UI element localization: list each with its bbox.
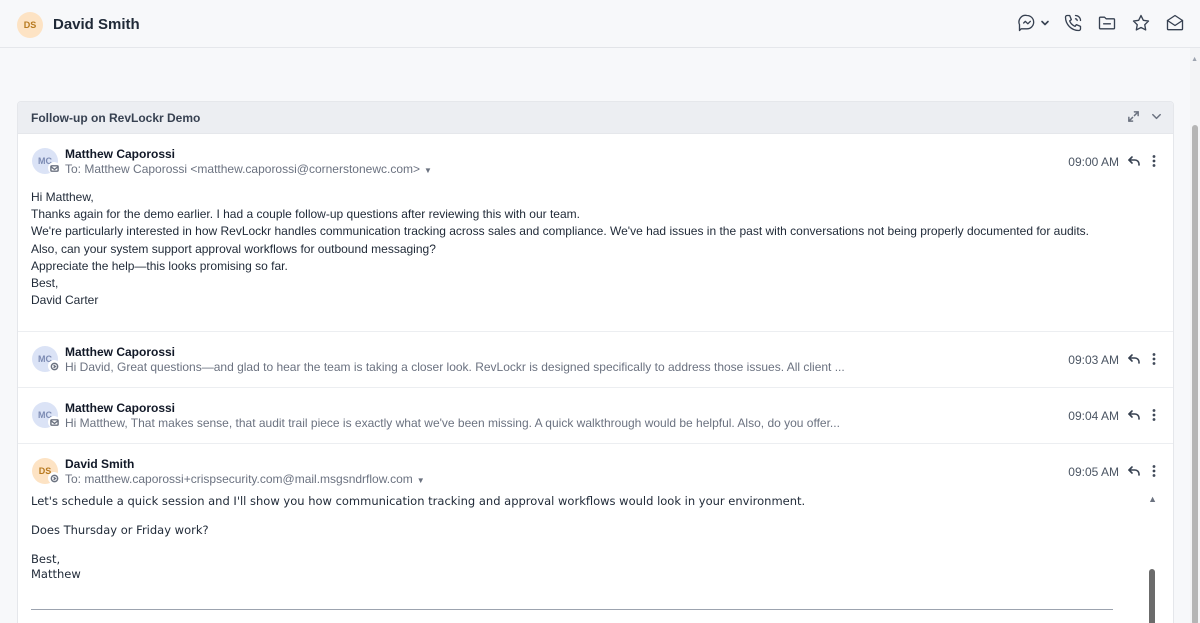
recipient-line[interactable]: To: Matthew Caporossi <matthew.caporossi… (65, 162, 432, 176)
contact-header: DS David Smith (0, 0, 1200, 48)
caret-down-icon[interactable]: ▼ (424, 166, 432, 175)
chevron-down-icon[interactable] (1040, 12, 1050, 34)
thread-subject: Follow-up on RevLockr Demo (31, 110, 201, 125)
chat-icon[interactable] (1016, 12, 1038, 34)
email-thread: Follow-up on RevLockr Demo MC Matthew Ca… (17, 101, 1174, 623)
recipient-text: To: matthew.caporossi+crispsecurity.com@… (65, 472, 413, 486)
more-options-icon[interactable] (1147, 154, 1161, 168)
message-time: 09:05 AM (1068, 465, 1119, 479)
header-actions (1016, 12, 1186, 34)
sender-name: Matthew Caporossi (65, 345, 176, 359)
message-body: Hi Matthew, Thanks again for the demo ea… (31, 189, 1089, 309)
email-message-collapsed[interactable]: MC Matthew Caporossi Hi David, Great que… (18, 332, 1173, 388)
sender-name: David Smith (65, 457, 135, 471)
more-options-icon[interactable] (1147, 408, 1161, 422)
email-sent-icon (48, 472, 60, 484)
reply-icon[interactable] (1127, 352, 1141, 366)
more-options-icon[interactable] (1147, 352, 1161, 366)
signature-divider (31, 609, 1113, 610)
caret-down-icon[interactable]: ▼ (417, 476, 425, 485)
body-line: Let's schedule a quick session and I'll … (31, 494, 806, 508)
email-received-icon (48, 162, 60, 174)
header-divider (440, 47, 740, 48)
sender-name: Matthew Caporossi (65, 401, 176, 415)
inner-scrollbar[interactable] (1149, 569, 1155, 623)
body-line: Does Thursday or Friday work? (31, 523, 209, 537)
email-received-icon (48, 416, 60, 428)
recipient-text: To: Matthew Caporossi <matthew.caporossi… (65, 162, 421, 176)
message-time: 09:00 AM (1068, 155, 1119, 169)
sender-name: Matthew Caporossi (65, 147, 176, 161)
body-line: Hi Matthew, (31, 190, 94, 204)
reply-icon[interactable] (1127, 464, 1141, 478)
body-line: Best, (31, 276, 59, 291)
body-line: Also, can your system support approval w… (31, 241, 436, 256)
recipient-line[interactable]: To: matthew.caporossi+crispsecurity.com@… (65, 472, 425, 486)
message-time: 09:03 AM (1068, 353, 1119, 367)
more-options-icon[interactable] (1147, 464, 1161, 478)
body-line: We're particularly interested in how Rev… (31, 224, 1090, 239)
message-preview: Hi Matthew, That makes sense, that audit… (65, 416, 840, 430)
body-line: Appreciate the help—this looks promising… (31, 258, 288, 273)
contact-name: David Smith (53, 16, 140, 33)
reply-icon[interactable] (1127, 154, 1141, 168)
email-message[interactable]: MC Matthew Caporossi To: Matthew Caporos… (18, 134, 1173, 332)
reply-icon[interactable] (1127, 408, 1141, 422)
avatar[interactable]: DS (17, 12, 43, 38)
thread-header[interactable]: Follow-up on RevLockr Demo (18, 102, 1173, 134)
email-message[interactable]: DS David Smith To: matthew.caporossi+cri… (18, 444, 1173, 623)
phone-icon[interactable] (1062, 12, 1084, 34)
folder-icon[interactable] (1096, 12, 1118, 34)
mail-icon[interactable] (1164, 12, 1186, 34)
body-line: David Carter (31, 293, 99, 308)
body-line: Thanks again for the demo earlier. I had… (31, 207, 580, 222)
message-time: 09:04 AM (1068, 409, 1119, 423)
expand-icon[interactable] (1127, 110, 1140, 128)
message-body: Let's schedule a quick session and I'll … (31, 494, 805, 596)
scrollbar-thumb[interactable] (1192, 125, 1198, 623)
chevron-down-icon[interactable] (1150, 110, 1163, 128)
scroll-up-icon[interactable]: ▲ (1191, 56, 1198, 63)
message-preview: Hi David, Great questions—and glad to he… (65, 360, 845, 374)
star-icon[interactable] (1130, 12, 1152, 34)
email-message-collapsed[interactable]: MC Matthew Caporossi Hi Matthew, That ma… (18, 388, 1173, 444)
email-sent-icon (48, 360, 60, 372)
collapse-up-icon[interactable]: ▲ (1148, 494, 1157, 504)
body-line: Best, Matthew (31, 552, 81, 581)
